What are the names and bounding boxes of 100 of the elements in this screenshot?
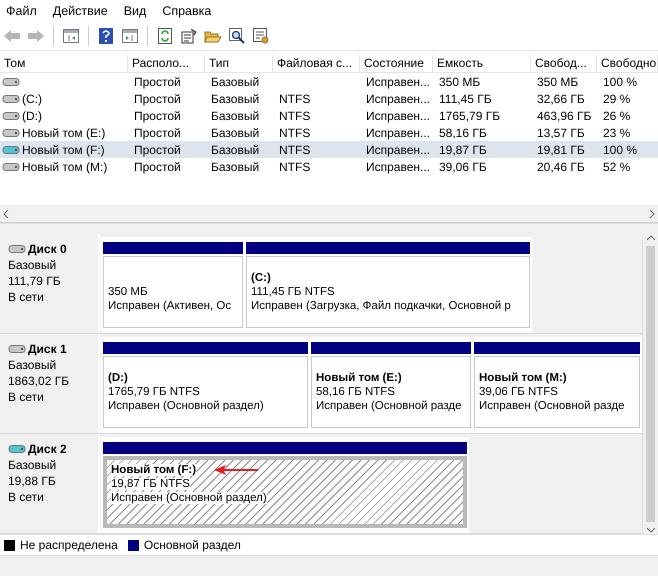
drive-icon <box>8 244 26 254</box>
table-row[interactable]: (C:) Простой Базовый NTFS Исправен... 111,45 ГБ 32,66 ГБ 29 % <box>0 90 658 107</box>
table-cell: 100 % <box>603 142 638 156</box>
table-cell: 463,96 ГБ <box>537 108 592 122</box>
drive-icon <box>2 162 20 172</box>
partition-status: Исправен (Основной разде <box>316 400 462 412</box>
table-cell: 58,16 ГБ <box>439 126 487 140</box>
table-cell: 19,81 ГБ <box>537 142 585 156</box>
table-cell: Базовый <box>211 142 260 156</box>
scroll-up-icon[interactable] <box>646 234 654 242</box>
menu-item[interactable]: Действие <box>50 4 116 18</box>
drive-icon <box>8 344 26 354</box>
drive-icon <box>8 444 26 454</box>
action-pane-button[interactable] <box>120 26 140 46</box>
column-header[interactable]: Состояние <box>360 55 433 72</box>
legend-label: Основной раздел <box>144 538 241 552</box>
disk-type: Базовый <box>8 358 58 372</box>
menu-item[interactable]: Файл <box>4 4 45 18</box>
table-cell: 19,87 ГБ <box>439 142 487 156</box>
refresh-button[interactable] <box>155 26 175 46</box>
drive-icon <box>2 94 20 104</box>
table-row[interactable]: Новый том (E:) Простой Базовый NTFS Исправен... 58,16 ГБ 13,57 ГБ 23 % <box>0 124 658 141</box>
table-row[interactable]: Новый том (M:) Простой Базовый NTFS Исправен... 39,06 ГБ 20,46 ГБ 52 % <box>0 158 658 175</box>
table-cell: Базовый <box>211 92 260 106</box>
table-cell: Исправен... <box>366 92 430 106</box>
partition-name: Новый том (E:) <box>316 372 402 384</box>
partition-name: Новый том (F:) <box>111 464 196 476</box>
disk-name[interactable]: Диск 0 <box>28 242 67 256</box>
table-cell: 350 МБ <box>537 74 578 88</box>
table-cell: 52 % <box>603 160 630 174</box>
legend-label: Не распределена <box>20 538 118 552</box>
column-header[interactable]: Емкость <box>433 55 531 72</box>
partition-size: 58,16 ГБ NTFS <box>316 386 395 398</box>
partition-size: 39,06 ГБ NTFS <box>479 386 558 398</box>
search-icon[interactable] <box>227 26 247 46</box>
partition-name: (D:) <box>108 372 128 384</box>
disk-status: В сети <box>8 390 45 404</box>
drive-icon <box>2 144 20 154</box>
console-tree-button[interactable] <box>61 26 81 46</box>
volume-name: Новый том (F:) <box>21 142 106 158</box>
scroll-right-icon[interactable] <box>648 210 656 218</box>
menu-item[interactable]: Справка <box>160 4 220 18</box>
help-button[interactable] <box>96 26 116 46</box>
table-cell: Простой <box>134 74 181 88</box>
disk-status: В сети <box>8 490 45 504</box>
partition-status: Исправен (Активен, Ос <box>108 300 232 312</box>
table-cell: 111,45 ГБ <box>439 92 492 106</box>
column-header[interactable]: Свободно <box>597 55 658 72</box>
scroll-left-icon[interactable] <box>2 210 10 218</box>
table-cell: Простой <box>134 160 181 174</box>
table-row[interactable]: Новый том (F:) Простой Базовый NTFS Исправен... 19,87 ГБ 19,81 ГБ 100 % <box>0 141 658 158</box>
disk-type: Базовый <box>8 458 58 472</box>
partition-size: 350 МБ <box>108 286 148 298</box>
table-cell: 23 % <box>603 126 630 140</box>
table-cell: Простой <box>134 92 181 106</box>
partition-size: 1765,79 ГБ NTFS <box>108 386 200 398</box>
table-row[interactable]: (D:) Простой Базовый NTFS Исправен... 1765,79 ГБ 463,96 ГБ 26 % <box>0 107 658 124</box>
disk-name[interactable]: Диск 2 <box>28 442 67 456</box>
table-cell: Простой <box>134 108 181 122</box>
volume-name: (C:) <box>21 90 43 106</box>
disk-size: 19,88 ГБ <box>8 474 57 488</box>
table-cell: 350 МБ <box>439 74 480 88</box>
column-header[interactable]: Файловая с... <box>273 55 360 72</box>
table-cell: Базовый <box>211 160 260 174</box>
table-cell: Базовый <box>211 126 260 140</box>
vertical-scrollbar[interactable] <box>642 234 658 534</box>
volume-name: Новый том (E:) <box>21 124 106 140</box>
table-cell: 100 % <box>603 74 638 88</box>
disk-name[interactable]: Диск 1 <box>28 342 67 356</box>
drive-icon <box>2 110 20 120</box>
properties-button[interactable] <box>179 26 199 46</box>
partition-status: Исправен (Основной разде <box>479 400 624 412</box>
partition-name: (C:) <box>251 272 271 284</box>
table-cell: 1765,79 ГБ <box>439 108 500 122</box>
table-cell: Исправен... <box>366 160 430 174</box>
table-cell: 32,66 ГБ <box>537 92 585 106</box>
column-header[interactable]: Тип <box>205 55 273 72</box>
table-cell: 13,57 ГБ <box>537 126 585 140</box>
drive-icon <box>2 128 20 138</box>
column-header[interactable]: Свобод... <box>531 55 597 72</box>
horizontal-scrollbar[interactable] <box>0 205 658 223</box>
column-header[interactable]: Располо... <box>128 55 205 72</box>
table-row[interactable]: Простой Базовый Исправен... 350 МБ 350 МБ 100 % <box>0 73 658 90</box>
table-cell: Базовый <box>211 108 260 122</box>
table-cell: 39,06 ГБ <box>439 160 487 174</box>
table-cell: 26 % <box>603 108 630 122</box>
partition-status: Исправен (Загрузка, Файл подкачки, Основной р <box>251 300 511 312</box>
partition-size: 19,87 ГБ NTFS <box>111 478 190 490</box>
table-cell: 29 % <box>603 92 630 106</box>
column-header[interactable]: Том <box>0 55 128 72</box>
table-cell: 20,46 ГБ <box>537 160 585 174</box>
table-cell: NTFS <box>279 92 310 106</box>
partition-status: Исправен (Основной раздел) <box>111 492 267 504</box>
table-cell: NTFS <box>279 160 310 174</box>
scroll-down-icon[interactable] <box>646 526 654 534</box>
table-cell: NTFS <box>279 142 310 156</box>
drive-icon <box>2 76 20 86</box>
partition-status: Исправен (Основной раздел) <box>108 400 264 412</box>
partition-size: 111,45 ГБ NTFS <box>251 286 335 298</box>
menu-item[interactable]: Вид <box>122 4 154 18</box>
